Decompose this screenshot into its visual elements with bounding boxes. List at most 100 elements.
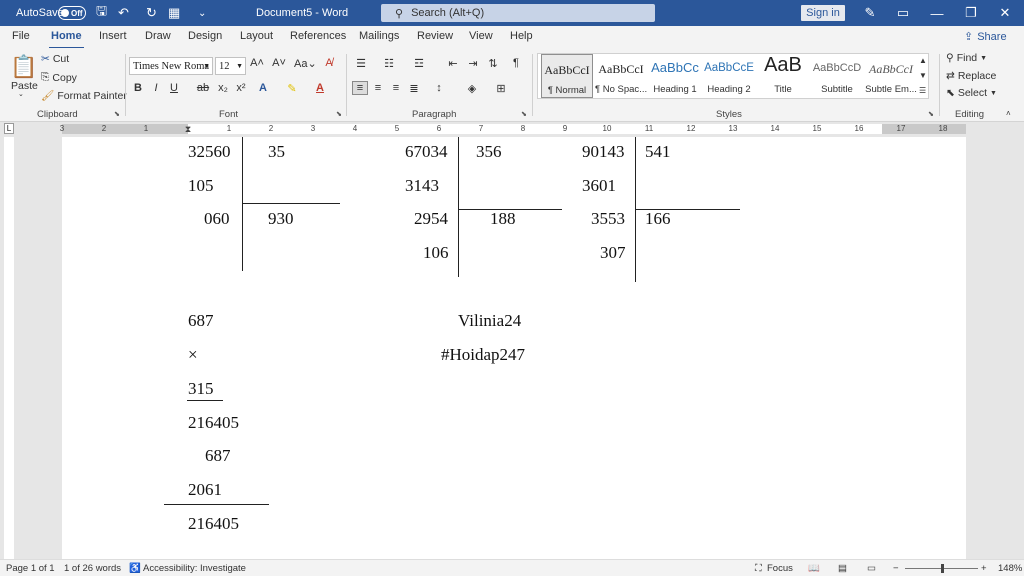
tab-draw[interactable]: Draw: [145, 30, 171, 42]
share-icon: ⇪: [964, 31, 974, 43]
search-box[interactable]: ⚲ Search (Alt+Q): [381, 4, 655, 22]
styles-more-icon[interactable]: ☰: [919, 86, 926, 95]
tab-view[interactable]: View: [469, 30, 493, 42]
italic-icon[interactable]: I: [149, 82, 163, 94]
superscript-icon[interactable]: x²: [234, 82, 248, 94]
decrease-indent-icon[interactable]: ⇤: [446, 57, 460, 70]
share-button[interactable]: ⇪ Share: [964, 30, 1007, 44]
highlight-icon[interactable]: ✎: [285, 82, 299, 95]
pen-icon[interactable]: ✎: [855, 0, 885, 26]
ruler-strip[interactable]: 3 2 1 ⧗ 1 2 3 4 5 6 7 8 9 10 11 12 13 14…: [60, 124, 966, 135]
show-formatting-icon[interactable]: ¶: [509, 57, 523, 69]
accessibility-status[interactable]: Accessibility: Investigate: [143, 563, 246, 574]
font-launcher-icon[interactable]: ⬊: [336, 110, 342, 118]
page-count[interactable]: Page 1 of 1: [6, 563, 55, 574]
select-button[interactable]: ⬉ Select ▼: [946, 87, 997, 99]
indent-marker-icon[interactable]: ⧗: [185, 124, 191, 135]
web-layout-icon[interactable]: ▭: [867, 563, 876, 574]
styles-launcher-icon[interactable]: ⬊: [928, 110, 934, 118]
division1-step: 105: [188, 176, 214, 195]
clipboard-launcher-icon[interactable]: ⬊: [114, 110, 120, 118]
shading-icon[interactable]: ◈: [465, 82, 479, 95]
bullets-icon[interactable]: ☰: [354, 57, 368, 70]
paste-dropdown-icon[interactable]: ⌄: [18, 90, 24, 98]
tab-selector-icon[interactable]: L: [4, 123, 14, 134]
cut-button[interactable]: ✂ Cut: [41, 53, 69, 65]
focus-icon[interactable]: ⛶: [755, 563, 762, 574]
multilevel-list-icon[interactable]: ☲: [412, 57, 426, 70]
style-no-spacing[interactable]: AaBbCcI ¶ No Spac...: [595, 54, 647, 98]
styles-scroll-down-icon[interactable]: ▼: [919, 71, 927, 80]
underline-icon[interactable]: U: [167, 82, 181, 94]
copy-button[interactable]: ⎘ Copy: [41, 71, 77, 84]
sign-in-button[interactable]: Sign in: [801, 5, 845, 21]
style-heading-1[interactable]: AaBbCc Heading 1: [649, 54, 701, 98]
paste-icon[interactable]: 📋: [10, 54, 37, 80]
zoom-level[interactable]: 148%: [998, 563, 1022, 574]
tab-review[interactable]: Review: [417, 30, 453, 42]
focus-label[interactable]: Focus: [767, 563, 793, 574]
table-icon[interactable]: ▦: [168, 0, 180, 26]
style-normal[interactable]: AaBbCcI ¶ Normal: [541, 54, 593, 98]
minimize-icon[interactable]: —: [922, 0, 952, 26]
tab-file[interactable]: File: [12, 30, 30, 42]
tab-mailings[interactable]: Mailings: [359, 30, 399, 42]
autosave-toggle[interactable]: Off: [58, 6, 86, 20]
change-case-icon[interactable]: Aa⌄: [294, 57, 317, 70]
format-painter-button[interactable]: 🖌 Format Painter: [41, 89, 127, 103]
line-spacing-icon[interactable]: ↕: [432, 82, 446, 94]
numbering-icon[interactable]: ☷: [382, 57, 396, 70]
document-page[interactable]: 32560 35 105 060 930 67034 356 3143 2954…: [62, 137, 966, 559]
collapse-ribbon-icon[interactable]: ˄: [1006, 109, 1011, 118]
style-heading-2[interactable]: AaBbCcE Heading 2: [703, 54, 755, 98]
save-icon[interactable]: 🖫: [96, 0, 107, 26]
align-right-icon[interactable]: ≡: [389, 82, 403, 94]
replace-button[interactable]: ⇄ Replace: [946, 70, 996, 82]
tab-design[interactable]: Design: [188, 30, 222, 42]
align-center-icon[interactable]: ≡: [371, 82, 385, 94]
styles-scroll-up-icon[interactable]: ▲: [919, 56, 927, 65]
style-title[interactable]: AaB Title: [757, 54, 809, 98]
find-button[interactable]: ⚲ Find ▼: [946, 52, 987, 64]
print-layout-icon[interactable]: ▤: [838, 563, 847, 574]
read-mode-icon[interactable]: 📖: [808, 563, 820, 574]
shrink-font-icon[interactable]: A˅: [272, 57, 286, 69]
style-name: Title: [774, 84, 792, 95]
zoom-in-icon[interactable]: +: [981, 563, 987, 574]
borders-icon[interactable]: ⊞: [494, 82, 508, 95]
zoom-slider-handle[interactable]: [941, 564, 944, 573]
zoom-out-icon[interactable]: −: [893, 563, 899, 574]
font-size-combo[interactable]: 12 ▼: [215, 57, 246, 75]
word-count[interactable]: 1 of 26 words: [64, 563, 121, 574]
paragraph-launcher-icon[interactable]: ⬊: [521, 110, 527, 118]
tab-home[interactable]: Home: [49, 30, 84, 49]
restore-icon[interactable]: ❐: [956, 0, 986, 26]
increase-indent-icon[interactable]: ⇥: [466, 57, 480, 70]
grow-font-icon[interactable]: A˄: [250, 57, 264, 69]
redo-icon[interactable]: ↻: [146, 0, 157, 26]
tab-references[interactable]: References: [290, 30, 346, 42]
strikethrough-icon[interactable]: ab: [196, 82, 210, 94]
align-left-icon[interactable]: ≡: [352, 81, 368, 95]
style-subtle-emphasis[interactable]: AaBbCcI Subtle Em...: [865, 54, 917, 98]
subscript-icon[interactable]: x₂: [216, 82, 230, 94]
accessibility-icon[interactable]: ♿: [129, 563, 141, 574]
ribbon-display-icon[interactable]: ▭: [888, 0, 918, 26]
paste-button[interactable]: Paste: [11, 80, 38, 92]
customize-qat-icon[interactable]: ⌄: [198, 0, 206, 26]
vertical-ruler[interactable]: [4, 137, 14, 559]
justify-icon[interactable]: ≣: [407, 82, 421, 95]
style-subtitle[interactable]: AaBbCcD Subtitle: [811, 54, 863, 98]
font-name-combo[interactable]: Times New Roma ▼: [129, 57, 213, 75]
clear-formatting-icon[interactable]: A̸: [322, 57, 336, 69]
text-effects-icon[interactable]: A: [256, 82, 270, 94]
font-color-icon[interactable]: A: [313, 82, 327, 94]
undo-icon[interactable]: ↶: [118, 0, 129, 26]
tab-help[interactable]: Help: [510, 30, 533, 42]
tab-insert[interactable]: Insert: [99, 30, 127, 42]
tab-layout[interactable]: Layout: [240, 30, 273, 42]
division2-horizontal-line: [458, 209, 562, 210]
close-icon[interactable]: ✕: [990, 0, 1020, 26]
bold-icon[interactable]: B: [131, 82, 145, 94]
sort-icon[interactable]: ⇅: [486, 57, 500, 70]
